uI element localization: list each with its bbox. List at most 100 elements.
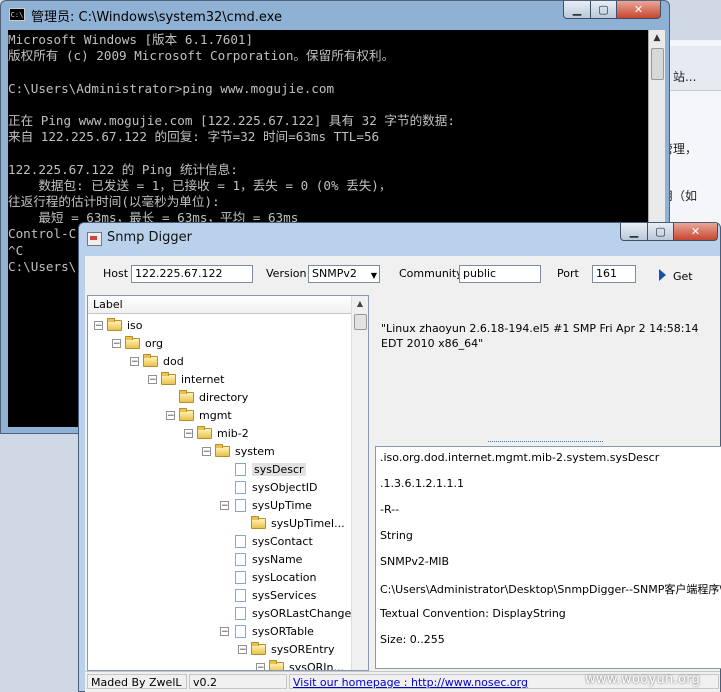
community-input[interactable]: public [459,265,541,283]
console-line: 122.225.67.122 的 Ping 统计信息: [8,161,238,177]
mib-tree[interactable]: Label ▲ − iso − org − dod − internet directory − m… [87,295,369,671]
tree-node[interactable]: sysUpTimeI... [238,514,345,532]
scroll-thumb[interactable] [651,48,664,80]
tree-node[interactable]: sysDescr [220,460,306,478]
tree-node[interactable]: − sysUpTime [220,496,312,514]
status-author: Maded By ZwelL [87,674,187,689]
folder-icon [107,317,122,331]
console-line: 版权所有 (c) 2009 Microsoft Corporation。保留所有… [8,48,395,64]
close-icon[interactable]: ✕ [617,1,661,19]
tree-node-label: mib-2 [217,426,249,440]
close-icon[interactable]: ✕ [674,223,718,241]
tree-node[interactable]: sysServices [220,586,316,604]
tree-node[interactable]: − mgmt [166,406,232,424]
tree-header: Label [88,296,352,314]
folder-icon [197,425,212,439]
tree-node-label: directory [199,390,249,404]
tree-node-label: sysServices [252,588,317,602]
tree-node-label: sysORTable [252,624,314,638]
cmd-title-bar[interactable]: C:\ 管理员: C:\Windows\system32\cmd.exe ▁ ▢… [1,1,669,29]
chevron-down-icon[interactable]: ▼ [371,269,377,282]
console-line: C:\Users\ [8,258,77,274]
scroll-thumb[interactable] [354,314,367,330]
detail-mib: SNMPv2-MIB [380,555,450,568]
console-line: Control-C [8,226,77,242]
tree-node-label: org [145,336,164,350]
folder-icon [269,659,284,670]
tree-node[interactable]: sysLocation [220,568,317,586]
collapse-icon[interactable]: − [256,662,265,670]
maximize-icon[interactable]: ▢ [648,223,674,241]
detail-oid-path: .iso.org.dod.internet.mgmt.mib-2.system.… [380,451,660,464]
collapse-icon[interactable]: − [184,428,193,438]
collapse-icon[interactable]: − [220,626,229,636]
tree-node-label: dod [163,354,184,368]
tree-node[interactable]: − internet [148,370,225,388]
minimize-icon[interactable]: ▁ [563,1,591,19]
console-line: 来自 122.225.67.122 的回复: 字节=32 时间=63ms TTL… [8,129,380,145]
tree-scrollbar[interactable]: ▲ [351,296,368,670]
minimize-icon[interactable]: ▁ [620,223,648,241]
tree-node[interactable]: − sysORTable [220,622,314,640]
tree-node[interactable]: − iso [94,316,143,334]
document-icon [235,480,246,494]
tree-node[interactable]: sysName [220,550,302,568]
tree-node[interactable]: sysORLastChange [220,604,351,622]
folder-icon [125,335,140,349]
tree-node[interactable]: − sysORIn... [256,658,344,671]
document-icon [235,552,246,566]
collapse-icon[interactable]: − [148,374,157,384]
version-select[interactable]: SNMPv2 ▼ [308,265,380,283]
folder-icon [251,515,266,529]
snmp-title: Snmp Digger [107,230,193,245]
tree-node-label: mgmt [199,408,232,422]
folder-icon [215,443,230,457]
folder-icon [161,371,176,385]
port-label: Port [557,267,579,280]
tree-node-label: sysORIn... [289,660,344,671]
collapse-icon[interactable]: − [94,320,103,330]
collapse-icon[interactable]: − [238,644,247,654]
collapse-icon[interactable]: − [202,446,211,456]
scroll-up-icon[interactable]: ▲ [352,296,368,312]
scroll-up-icon[interactable]: ▲ [649,30,665,46]
host-label: Host [103,267,129,280]
document-icon [235,606,246,620]
cmd-title: 管理员: C:\Windows\system32\cmd.exe [31,10,282,25]
tree-node[interactable]: − mib-2 [184,424,249,442]
tree-node-label: sysDescr [252,462,306,476]
version-value: SNMPv2 [312,267,357,280]
console-line: Microsoft Windows [版本 6.1.7601] [8,32,254,47]
tree-node[interactable]: − dod [130,352,184,370]
tree-node[interactable]: − system [202,442,275,460]
console-line: 正在 Ping www.mogujie.com [122.225.67.122]… [8,113,455,129]
tree-node[interactable]: sysObjectID [220,478,318,496]
port-input[interactable]: 161 [592,265,636,283]
document-icon [235,462,246,476]
collapse-icon[interactable]: − [166,410,175,420]
tree-node[interactable]: sysContact [220,532,313,550]
collapse-icon[interactable]: − [130,356,139,366]
tree-node[interactable]: − org [112,334,163,352]
tree-node[interactable]: − sysOREntry [238,640,335,658]
oid-value-text: "Linux zhaoyun 2.6.18-194.el5 #1 SMP Fri… [381,322,699,350]
version-label: Version [266,267,307,280]
collapse-icon[interactable]: − [220,500,229,510]
detail-access: -R-- [380,503,400,516]
console-line: 数据包: 已发送 = 1，已接收 = 1，丢失 = 0 (0% 丢失)， [8,177,392,193]
console-line: C:\Users\Administrator>ping www.mogujie.… [8,80,335,96]
console-line: 往返行程的估计时间(以毫秒为单位): [8,194,220,210]
tree-node-label: system [235,444,275,458]
tree-node[interactable]: directory [166,388,248,406]
tree-node-label: sysUpTimeI... [271,516,345,530]
snmp-window-controls: ▁ ▢ ✕ [620,223,718,242]
detail-mib-path: C:\Users\Administrator\Desktop\SnmpDigge… [380,583,721,596]
folder-icon [179,407,194,421]
get-button[interactable]: Get [651,262,701,286]
folder-icon [179,389,194,403]
host-input[interactable]: 122.225.67.122 [131,265,253,283]
folder-icon [251,641,266,655]
maximize-icon[interactable]: ▢ [591,1,617,19]
collapse-icon[interactable]: − [112,338,121,348]
watermark: www.wooyun.org [585,672,701,687]
